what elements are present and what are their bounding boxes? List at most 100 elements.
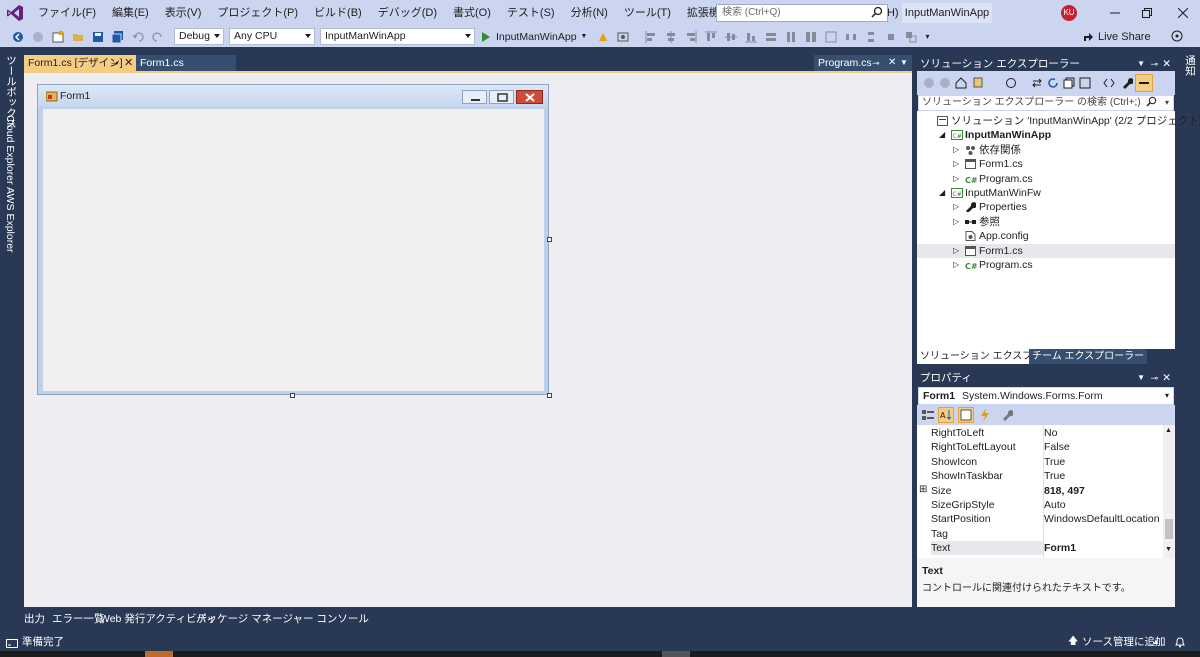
menu-item[interactable]: ツール(T)	[616, 0, 679, 26]
events-lightning-icon[interactable]	[979, 408, 991, 422]
avatar[interactable]: KU	[1061, 5, 1077, 21]
tab-notifications[interactable]: 通知	[1183, 55, 1198, 76]
refresh-icon[interactable]	[1047, 77, 1059, 89]
menu-item[interactable]: 分析(N)	[563, 0, 616, 26]
pending-changes-filter-icon[interactable]	[1005, 77, 1017, 89]
pin-icon[interactable]: ⊸	[872, 55, 880, 71]
pin-icon[interactable]: ⊸	[111, 55, 119, 71]
align-centers-icon[interactable]	[664, 30, 678, 44]
collapsed-arrow-icon[interactable]: ▷	[953, 157, 959, 171]
start-debugging-button[interactable]: InputManWinApp ▼	[481, 31, 587, 43]
property-pages-wrench-icon[interactable]	[1001, 409, 1013, 421]
property-value[interactable]: 818, 497	[1044, 484, 1085, 498]
tree-item[interactable]: ◢ C# InputManWinFw	[917, 186, 1175, 200]
scroll-down-icon[interactable]: ▼	[1165, 546, 1172, 553]
view-code-icon[interactable]	[1103, 77, 1115, 89]
tree-item[interactable]: ▷ Form1.cs	[917, 157, 1175, 171]
collapsed-arrow-icon[interactable]: ▷	[953, 143, 959, 157]
align-tops-icon[interactable]	[704, 30, 718, 44]
resize-handle-bottom[interactable]	[290, 393, 295, 398]
close-tab-icon[interactable]: ✕	[124, 55, 133, 71]
tree-item[interactable]: ▷ 依存関係	[917, 143, 1175, 157]
menu-item[interactable]: ファイル(F)	[30, 0, 104, 26]
navigate-back-icon[interactable]	[11, 30, 25, 44]
tab-aws-explorer[interactable]: AWS Explorer	[4, 187, 16, 253]
close-tab-icon[interactable]: ✕	[888, 55, 896, 71]
expanded-arrow-icon[interactable]: ◢	[939, 128, 945, 142]
align-bottoms-icon[interactable]	[744, 30, 758, 44]
feedback-icon[interactable]	[1170, 29, 1184, 46]
property-value[interactable]: False	[1044, 440, 1070, 454]
tab-program-preview[interactable]: Program.cs ⊸ ✕	[814, 55, 912, 71]
properties-object-selector[interactable]: Form1 System.Windows.Forms.Form ▾	[918, 387, 1174, 405]
size-to-grid-icon[interactable]	[824, 30, 838, 44]
collapse-all-icon[interactable]	[1063, 77, 1075, 89]
show-all-files-icon[interactable]	[1079, 77, 1091, 89]
properties-wrench-icon[interactable]	[1121, 77, 1133, 89]
property-value[interactable]: Form1	[1044, 541, 1076, 555]
property-grid-scrollbar[interactable]: ▲ ▼	[1163, 425, 1175, 558]
property-row[interactable]: RightToLeftLayout False	[917, 440, 1163, 454]
close-button[interactable]	[1166, 0, 1200, 26]
menu-item[interactable]: ビルド(B)	[306, 0, 370, 26]
startup-project-dropdown[interactable]: InputManWinApp	[320, 28, 475, 45]
vertical-spacing-icon[interactable]	[864, 30, 878, 44]
property-value[interactable]: WindowsDefaultLocation	[1044, 512, 1160, 526]
tab-form1-code[interactable]: Form1.cs	[136, 55, 236, 71]
bottom-tab[interactable]: 出力	[24, 611, 45, 627]
navigate-forward-icon[interactable]	[31, 30, 45, 44]
property-row[interactable]: ⊞ Size 818, 497	[917, 484, 1163, 498]
tree-item[interactable]: ▷ 参照	[917, 215, 1175, 229]
form-client-area[interactable]	[43, 109, 544, 391]
menu-item[interactable]: 書式(O)	[445, 0, 499, 26]
tree-item[interactable]: ▷ Form1.cs	[917, 243, 1175, 258]
resize-handle-corner[interactable]	[547, 393, 552, 398]
horizontal-spacing-icon[interactable]	[844, 30, 858, 44]
align-middles-icon[interactable]	[724, 30, 738, 44]
forward-icon[interactable]	[939, 77, 951, 89]
open-file-icon[interactable]	[71, 30, 85, 44]
tree-item[interactable]: ソリューション 'InputManWinApp' (2/2 プロジェクト)	[917, 114, 1200, 128]
close-icon[interactable]: ✕	[1162, 57, 1171, 71]
menu-item[interactable]: デバッグ(D)	[370, 0, 445, 26]
property-value[interactable]: True	[1044, 455, 1065, 469]
preview-selected-items-icon[interactable]	[1135, 74, 1153, 92]
close-icon[interactable]: ✕	[1162, 370, 1171, 386]
collapsed-arrow-icon[interactable]: ▷	[953, 258, 959, 272]
tab-list-dropdown-icon[interactable]: ▼	[900, 55, 912, 71]
tab-form1-designer[interactable]: Form1.cs [デザイン] ⊸ ✕	[24, 55, 136, 71]
save-all-icon[interactable]	[111, 30, 125, 44]
collapsed-arrow-icon[interactable]: ▷	[953, 200, 959, 214]
sync-icon[interactable]	[1031, 77, 1043, 89]
tree-item[interactable]: App.config	[917, 229, 1175, 243]
screenshot-icon[interactable]	[616, 30, 630, 44]
solution-configuration-dropdown[interactable]: Debug	[174, 28, 224, 45]
toolbar-overflow-icon[interactable]: ▾	[925, 32, 929, 41]
designer-form[interactable]: Form1	[37, 84, 549, 395]
scroll-up-icon[interactable]: ▲	[1165, 427, 1172, 434]
hot-reload-icon[interactable]	[596, 30, 610, 44]
property-value[interactable]: No	[1044, 426, 1057, 440]
collapsed-arrow-icon[interactable]: ▷	[953, 244, 959, 258]
property-row[interactable]: ShowInTaskbar True	[917, 469, 1163, 483]
property-row[interactable]: StartPosition WindowsDefaultLocation	[917, 512, 1163, 526]
column-separator[interactable]	[1043, 425, 1044, 558]
tree-item[interactable]: ▷ C# Program.cs	[917, 258, 1175, 272]
window-position-icon[interactable]: ▼	[1137, 57, 1145, 71]
property-row[interactable]: Tag	[917, 527, 1163, 541]
align-rights-icon[interactable]	[684, 30, 698, 44]
scroll-thumb[interactable]	[1165, 519, 1173, 539]
center-horizontally-icon[interactable]	[884, 30, 898, 44]
make-same-height-icon[interactable]	[784, 30, 798, 44]
bring-to-front-icon[interactable]	[904, 30, 918, 44]
tree-item[interactable]: ▷ C# Program.cs	[917, 172, 1175, 186]
collapsed-arrow-icon[interactable]: ▷	[953, 215, 959, 229]
expanded-arrow-icon[interactable]: ◢	[939, 186, 945, 200]
tab-cloud-explorer[interactable]: Cloud Explorer	[4, 115, 16, 184]
menu-item[interactable]: 編集(E)	[104, 0, 157, 26]
visual-studio-logo-icon[interactable]	[0, 0, 30, 26]
tree-item[interactable]: ▷ Properties	[917, 200, 1175, 214]
property-row[interactable]: ShowIcon True	[917, 455, 1163, 469]
home-icon[interactable]	[955, 77, 967, 89]
property-row[interactable]: SizeGripStyle Auto	[917, 498, 1163, 512]
